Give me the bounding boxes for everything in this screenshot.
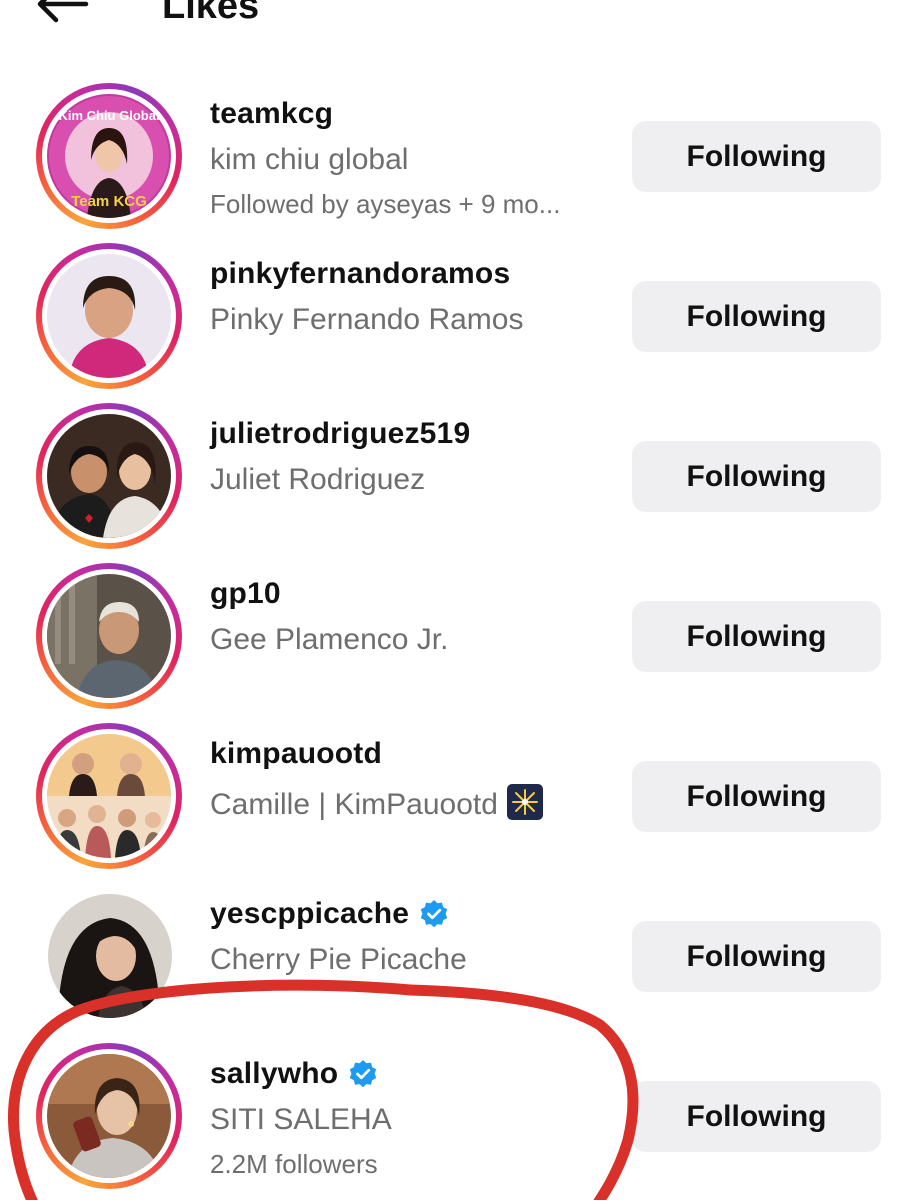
header-bar: Likes (0, 0, 917, 36)
username[interactable]: kimpauootd (210, 737, 382, 771)
avatar[interactable] (36, 403, 182, 549)
username[interactable]: yescppicache (210, 897, 449, 931)
following-button[interactable]: Following (632, 761, 881, 832)
username[interactable]: gp10 (210, 577, 281, 611)
following-button[interactable]: Following (632, 281, 881, 352)
list-item[interactable]: Kim Chiu Global Team KCG teamkcg kim chi… (0, 83, 917, 243)
avatar[interactable] (36, 243, 182, 389)
list-item[interactable]: sallywho SITI SALEHA 2.2M followers Foll… (0, 1043, 917, 1203)
svg-text:Kim Chiu Global: Kim Chiu Global (58, 108, 159, 123)
full-name: Camille | KimPauootd (210, 783, 544, 822)
avatar[interactable] (36, 883, 182, 1029)
full-name: Gee Plamenco Jr. (210, 623, 449, 656)
page-title: Likes (162, 0, 260, 27)
following-button[interactable]: Following (632, 1081, 881, 1152)
following-button[interactable]: Following (632, 921, 881, 992)
list-item[interactable]: yescppicache Cherry Pie Picache Followin… (0, 883, 917, 1043)
verified-badge-icon (350, 1060, 377, 1088)
following-button[interactable]: Following (632, 441, 881, 512)
full-name: SITI SALEHA (210, 1103, 392, 1136)
follower-count: 2.2M followers (210, 1149, 378, 1179)
avatar[interactable] (36, 563, 182, 709)
list-item[interactable]: julietrodriguez519 Juliet Rodriguez Foll… (0, 403, 917, 563)
full-name: Pinky Fernando Ramos (210, 303, 524, 336)
following-button[interactable]: Following (632, 121, 881, 192)
avatar[interactable] (36, 1043, 182, 1189)
fireworks-emoji-icon (506, 784, 543, 820)
arrow-left-icon[interactable] (34, 0, 90, 24)
list-item[interactable]: kimpauootd Camille | KimPauootd Followin… (0, 723, 917, 883)
following-button[interactable]: Following (632, 601, 881, 672)
full-name: Juliet Rodriguez (210, 463, 426, 496)
svg-text:Team KCG: Team KCG (71, 193, 147, 210)
username[interactable]: pinkyfernandoramos (210, 257, 510, 291)
full-name: Cherry Pie Picache (210, 943, 467, 976)
username[interactable]: teamkcg (210, 97, 333, 131)
verified-badge-icon (420, 900, 448, 928)
avatar[interactable] (36, 723, 182, 869)
full-name: kim chiu global (210, 143, 409, 176)
username[interactable]: sallywho (210, 1057, 378, 1091)
avatar[interactable]: Kim Chiu Global Team KCG (36, 83, 182, 229)
list-item[interactable]: gp10 Gee Plamenco Jr. Following (0, 563, 917, 723)
mutual-followers-text: Followed by ayseyas + 9 mo... (210, 189, 561, 219)
list-item[interactable]: pinkyfernandoramos Pinky Fernando Ramos … (0, 243, 917, 403)
username[interactable]: julietrodriguez519 (210, 417, 470, 451)
